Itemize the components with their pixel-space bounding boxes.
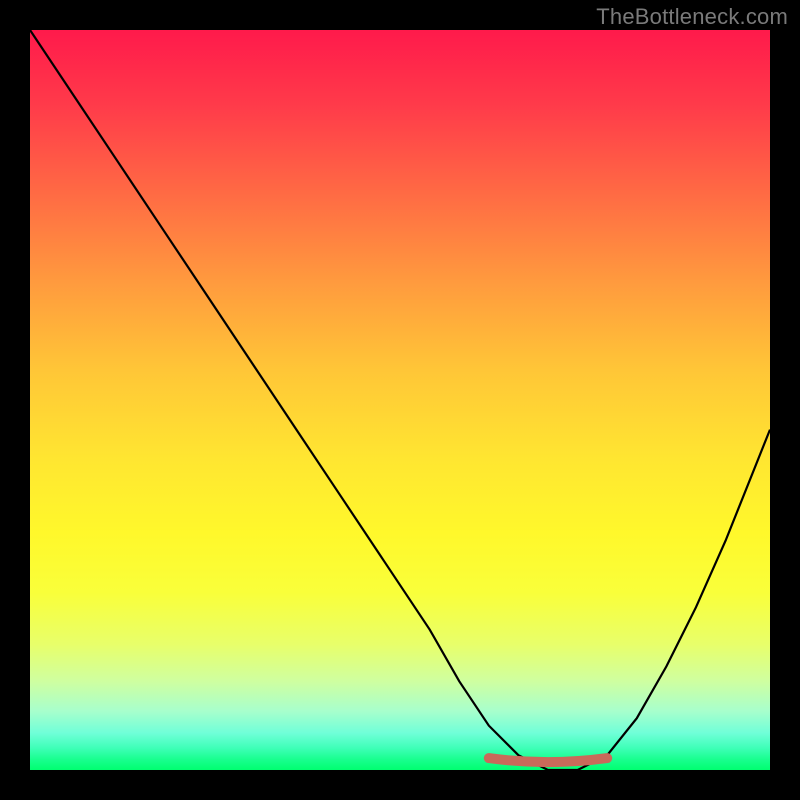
watermark-text: TheBottleneck.com bbox=[596, 4, 788, 30]
optimal-range-marker bbox=[489, 758, 607, 762]
bottleneck-curve-line bbox=[30, 30, 770, 770]
plot-area bbox=[30, 30, 770, 770]
chart-frame: TheBottleneck.com bbox=[0, 0, 800, 800]
chart-svg bbox=[30, 30, 770, 770]
